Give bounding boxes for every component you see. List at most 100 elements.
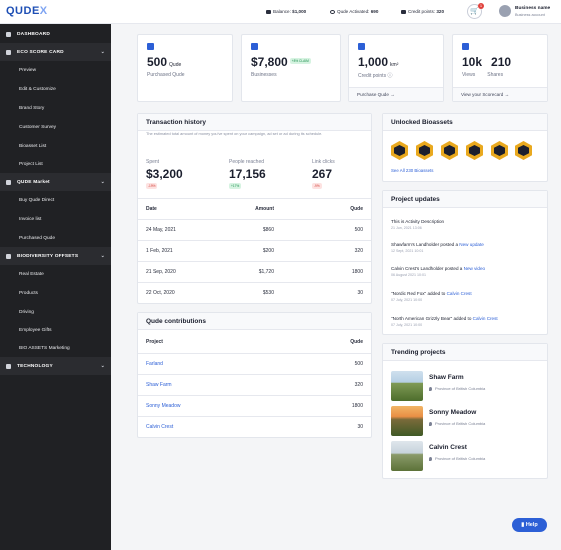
sidebar-item-customer-survey[interactable]: Customer Survey (0, 118, 111, 136)
table-row[interactable]: Shaw Farm 320 (138, 374, 371, 395)
transaction-history-title: Transaction history (138, 114, 371, 131)
trending-projects-card: Trending projects Shaw Farm Province of … (382, 343, 548, 479)
chat-icon: ▮ (521, 522, 525, 528)
kpi-spent: Spent $3,200 -19% (146, 159, 183, 189)
table-row[interactable]: 24 May, 2021 $860 500 (138, 219, 371, 240)
transaction-history-card: Transaction history The estimated total … (137, 113, 372, 304)
update-item[interactable]: "North American Grizzly Bear" added to C… (391, 316, 546, 327)
change-badge: -9% (312, 183, 322, 189)
sidebar-item-driving[interactable]: Driving (0, 303, 111, 321)
qude-logo[interactable]: QUDEX (6, 5, 48, 17)
project-updates-card: Project updates This is Activity Descrip… (382, 190, 548, 335)
sidebar-item-invoice-list[interactable]: Invoice list (0, 210, 111, 228)
sidebar-item-bioasset-list[interactable]: Bioasset List (0, 137, 111, 155)
project-thumbnail[interactable] (391, 441, 423, 471)
sidebar: DASHBOARD ECO SCORE CARD ⌄ Preview Edit &… (0, 24, 111, 550)
chevron-down-icon: ⌄ (100, 253, 105, 259)
sidebar-item-edit-customize[interactable]: Edit & Customize (0, 80, 111, 98)
table-header: Project Qude (146, 339, 363, 345)
stat-card-businesses: $7,800 +8% CLAIM Businesses (241, 34, 341, 102)
view-scorecard-link[interactable]: View your Scorecard → (453, 87, 547, 101)
stat-card-purchased-qude: 500 Qude Purchased Qude (137, 34, 233, 102)
change-badge: +17% (229, 183, 242, 189)
project-name[interactable]: Sonny Meadow (429, 409, 476, 416)
table-row[interactable]: 22 Oct, 2020 $530 30 (138, 282, 371, 303)
stack-icon (462, 43, 469, 50)
sidebar-item-real-estate[interactable]: Real Estate (0, 265, 111, 283)
help-icon[interactable]: ⓘ (387, 73, 392, 79)
help-button[interactable]: ▮ Help (512, 518, 547, 532)
sidebar-item-products[interactable]: Products (0, 284, 111, 302)
cart-icon: 🛒 (470, 8, 479, 15)
check-circle-icon (330, 9, 335, 14)
sidebar-item-dashboard[interactable]: DASHBOARD (0, 25, 111, 43)
chevron-down-icon: ⌄ (100, 49, 105, 55)
project-thumbnail[interactable] (391, 371, 423, 401)
change-badge: +8% CLAIM (289, 58, 311, 64)
avatar[interactable] (499, 5, 511, 17)
table-row[interactable]: 1 Feb, 2021 $200 320 (138, 240, 371, 261)
technology-icon (6, 363, 11, 369)
credit-points-indicator: Credit points: 320 (401, 9, 444, 14)
change-badge: -19% (146, 183, 158, 189)
table-row[interactable]: Sonny Meadow 1800 (138, 395, 371, 416)
sidebar-item-brand-story[interactable]: Brand Story (0, 99, 111, 117)
card-icon (6, 49, 11, 55)
chevron-down-icon: ⌄ (100, 363, 105, 369)
arrow-right-icon: → (390, 92, 395, 97)
sidebar-item-preview[interactable]: Preview (0, 61, 111, 79)
update-item[interactable]: "Nordic Red Fox" added to Calvin Crest 07… (391, 291, 546, 302)
project-name[interactable]: Calvin Crest (429, 444, 467, 451)
folder-icon (6, 253, 11, 259)
wallet-icon (266, 9, 271, 14)
qude-activated-indicator: Qude Activated: 690 (330, 9, 378, 14)
stat-card-views: 10k 210 Views Shares View your Scorecard → (452, 34, 548, 102)
location-pin-icon (429, 386, 432, 391)
business-account-label: Business account (515, 13, 545, 17)
see-all-bioassets-link[interactable]: See All 230 Bioassets (391, 168, 433, 173)
project-name[interactable]: Shaw Farm (429, 374, 464, 381)
table-header: Date Amount Qude (138, 198, 371, 219)
purchase-qude-link[interactable]: Purchase Qude → (349, 87, 443, 101)
project-location: Province of British Columbia (429, 421, 485, 426)
stat-card-credit-points: 1,000 km² Credit points ⓘ Purchase Qude → (348, 34, 444, 102)
sidebar-item-employee-gifts[interactable]: Employee Gifts (0, 321, 111, 339)
sidebar-section-eco-score-card[interactable]: ECO SCORE CARD ⌄ (0, 43, 111, 61)
sidebar-item-bio-assets-marketing[interactable]: BIO ASSETS Marketing (0, 339, 111, 357)
business-name[interactable]: Business name (515, 6, 550, 11)
update-item[interactable]: This is Activity Description 21 Jun, 2021… (391, 219, 546, 230)
sidebar-section-biodiversity-offsets[interactable]: BIODIVERSITY OFFSETS ⌄ (0, 247, 111, 265)
project-thumbnail[interactable] (391, 406, 423, 436)
kpi-people-reached: People reached 17,156 +17% (229, 159, 266, 189)
update-item[interactable]: Calvin Crest's Landholder posted a New v… (391, 266, 546, 277)
location-pin-icon (429, 421, 432, 426)
balance-indicator: Balance: $1,000 (266, 9, 306, 14)
stack-icon (251, 43, 258, 50)
qude-contributions-title: Qude contributions (138, 313, 371, 330)
sidebar-section-qude-market[interactable]: QUDE Market ⌄ (0, 173, 111, 191)
home-icon (6, 31, 11, 37)
sidebar-item-purchased-qude[interactable]: Purchased Qude (0, 229, 111, 247)
update-item[interactable]: Shawfarm's Landholder posted a New updat… (391, 242, 546, 253)
tag-icon (401, 9, 406, 14)
market-icon (6, 179, 11, 185)
qude-contributions-card: Qude contributions Project Qude Farland 50… (137, 312, 372, 438)
arrow-right-icon: → (504, 92, 510, 97)
top-bar: QUDEX Balance: $1,000 Qude Activated: 69… (0, 0, 561, 24)
unlocked-bioassets-title: Unlocked Bioassets (383, 114, 547, 131)
project-location: Province of British Columbia (429, 456, 485, 461)
location-pin-icon (429, 456, 432, 461)
sidebar-item-buy-qude-direct[interactable]: Buy Qude Direct (0, 191, 111, 209)
trending-projects-title: Trending projects (383, 344, 547, 361)
cart-count-badge: 1 (478, 3, 484, 9)
chevron-down-icon: ⌄ (100, 179, 105, 185)
sidebar-section-technology[interactable]: TECHNOLOGY ⌄ (0, 357, 111, 375)
table-row[interactable]: 21 Sep, 2020 $1,720 1800 (138, 261, 371, 282)
stack-icon (147, 43, 154, 50)
project-location: Province of British Columbia (429, 386, 485, 391)
project-updates-title: Project updates (383, 191, 547, 208)
table-row[interactable]: Farland 500 (138, 353, 371, 374)
sidebar-item-project-list[interactable]: Project List (0, 155, 111, 173)
kpi-link-clicks: Link clicks 267 -9% (312, 159, 335, 189)
table-row[interactable]: Calvin Crest 30 (138, 416, 371, 437)
